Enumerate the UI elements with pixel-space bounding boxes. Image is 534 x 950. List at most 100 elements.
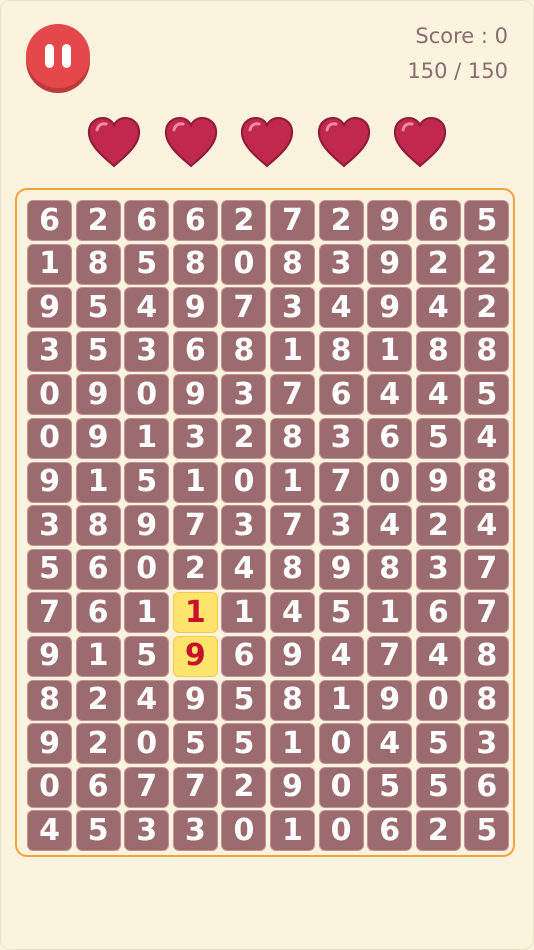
number-tile[interactable]: 2 <box>75 200 121 241</box>
number-tile[interactable]: 3 <box>27 330 72 372</box>
number-tile[interactable]: 6 <box>415 592 461 634</box>
pause-button[interactable] <box>26 24 90 88</box>
number-tile[interactable]: 9 <box>27 287 72 329</box>
number-tile[interactable]: 5 <box>318 592 364 634</box>
number-tile[interactable]: 1 <box>269 330 315 372</box>
number-tile[interactable]: 9 <box>367 243 413 285</box>
number-tile[interactable]: 3 <box>318 505 364 547</box>
number-tile[interactable]: 6 <box>367 810 413 852</box>
number-tile[interactable]: 4 <box>464 505 510 547</box>
number-tile[interactable]: 8 <box>464 461 510 503</box>
number-tile[interactable]: 8 <box>269 548 315 590</box>
number-tile[interactable]: 9 <box>124 505 170 547</box>
number-tile[interactable]: 6 <box>75 548 121 590</box>
number-tile[interactable]: 0 <box>221 810 267 852</box>
number-tile[interactable]: 0 <box>318 810 364 852</box>
number-tile[interactable]: 4 <box>415 635 461 677</box>
number-tile[interactable]: 7 <box>27 592 72 634</box>
number-tile[interactable]: 5 <box>464 374 510 416</box>
number-tile[interactable]: 0 <box>367 461 413 503</box>
number-tile[interactable]: 8 <box>269 679 315 721</box>
number-tile[interactable]: 2 <box>318 200 364 241</box>
number-tile[interactable]: 6 <box>367 417 413 459</box>
number-tile[interactable]: 1 <box>75 461 121 503</box>
number-tile[interactable]: 6 <box>124 200 170 241</box>
number-tile[interactable]: 5 <box>75 287 121 329</box>
number-tile[interactable]: 3 <box>124 810 170 852</box>
number-tile[interactable]: 9 <box>415 461 461 503</box>
number-tile[interactable]: 3 <box>172 417 218 459</box>
number-tile[interactable]: 7 <box>464 548 510 590</box>
number-tile[interactable]: 4 <box>221 548 267 590</box>
number-tile[interactable]: 5 <box>124 635 170 677</box>
number-tile[interactable]: 2 <box>415 243 461 285</box>
number-tile[interactable]: 5 <box>415 417 461 459</box>
number-tile[interactable]: 3 <box>221 505 267 547</box>
number-tile[interactable]: 2 <box>75 723 121 765</box>
number-tile[interactable]: 6 <box>464 766 510 808</box>
number-tile[interactable]: 8 <box>27 679 72 721</box>
number-tile[interactable]: 8 <box>415 330 461 372</box>
number-tile[interactable]: 8 <box>318 330 364 372</box>
number-tile[interactable]: 7 <box>221 287 267 329</box>
number-tile[interactable]: 2 <box>415 505 461 547</box>
number-tile[interactable]: 5 <box>367 766 413 808</box>
number-tile[interactable]: 4 <box>464 417 510 459</box>
number-tile[interactable]: 6 <box>415 200 461 241</box>
number-tile[interactable]: 9 <box>27 723 72 765</box>
number-tile[interactable]: 9 <box>269 766 315 808</box>
number-tile[interactable]: 0 <box>318 766 364 808</box>
number-tile[interactable]: 2 <box>75 679 121 721</box>
number-tile[interactable]: 3 <box>318 243 364 285</box>
number-tile[interactable]: 6 <box>172 330 218 372</box>
number-tile[interactable]: 0 <box>27 417 72 459</box>
number-tile[interactable]: 8 <box>221 330 267 372</box>
number-tile[interactable]: 1 <box>367 592 413 634</box>
number-tile[interactable]: 7 <box>464 592 510 634</box>
number-tile[interactable]: 1 <box>124 592 170 634</box>
number-tile[interactable]: 0 <box>27 766 72 808</box>
selected-number-tile[interactable]: 9 <box>172 635 218 677</box>
number-tile[interactable]: 2 <box>221 766 267 808</box>
number-tile[interactable]: 7 <box>124 766 170 808</box>
number-tile[interactable]: 7 <box>318 461 364 503</box>
number-tile[interactable]: 0 <box>124 548 170 590</box>
number-tile[interactable]: 1 <box>367 330 413 372</box>
number-tile[interactable]: 1 <box>221 592 267 634</box>
number-tile[interactable]: 6 <box>318 374 364 416</box>
number-tile[interactable]: 5 <box>172 723 218 765</box>
number-tile[interactable]: 0 <box>221 243 267 285</box>
number-tile[interactable]: 8 <box>172 243 218 285</box>
number-tile[interactable]: 7 <box>269 505 315 547</box>
number-tile[interactable]: 5 <box>415 723 461 765</box>
number-tile[interactable]: 3 <box>124 330 170 372</box>
number-tile[interactable]: 5 <box>464 200 510 241</box>
number-tile[interactable]: 6 <box>75 592 121 634</box>
number-tile[interactable]: 3 <box>464 723 510 765</box>
number-tile[interactable]: 7 <box>269 200 315 241</box>
number-tile[interactable]: 2 <box>221 200 267 241</box>
number-tile[interactable]: 8 <box>269 243 315 285</box>
number-tile[interactable]: 2 <box>464 243 510 285</box>
number-tile[interactable]: 4 <box>367 374 413 416</box>
number-tile[interactable]: 1 <box>269 461 315 503</box>
number-tile[interactable]: 4 <box>318 635 364 677</box>
number-tile[interactable]: 0 <box>318 723 364 765</box>
number-tile[interactable]: 0 <box>124 723 170 765</box>
number-tile[interactable]: 0 <box>221 461 267 503</box>
number-tile[interactable]: 5 <box>124 243 170 285</box>
number-tile[interactable]: 4 <box>415 374 461 416</box>
number-tile[interactable]: 9 <box>367 287 413 329</box>
number-tile[interactable]: 5 <box>75 330 121 372</box>
number-tile[interactable]: 8 <box>75 243 121 285</box>
number-tile[interactable]: 3 <box>221 374 267 416</box>
number-tile[interactable]: 4 <box>124 679 170 721</box>
number-tile[interactable]: 2 <box>415 810 461 852</box>
number-tile[interactable]: 9 <box>367 200 413 241</box>
selected-number-tile[interactable]: 1 <box>172 592 218 634</box>
number-tile[interactable]: 7 <box>269 374 315 416</box>
number-tile[interactable]: 0 <box>27 374 72 416</box>
number-tile[interactable]: 5 <box>221 723 267 765</box>
number-tile[interactable]: 9 <box>172 287 218 329</box>
number-tile[interactable]: 1 <box>75 635 121 677</box>
